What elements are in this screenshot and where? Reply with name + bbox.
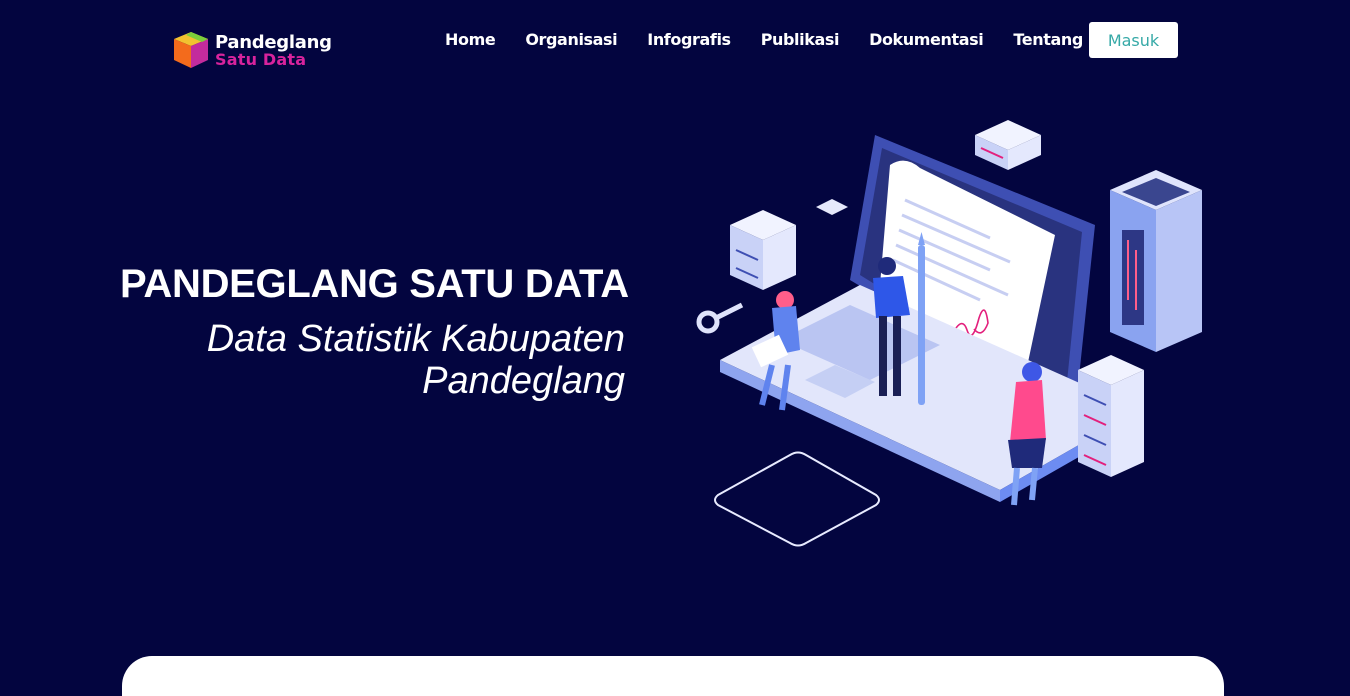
cube-logo-icon <box>174 32 208 68</box>
login-button[interactable]: Masuk <box>1089 22 1178 58</box>
nav-dokumentasi[interactable]: Dokumentasi <box>869 30 984 49</box>
brand-logo[interactable]: Pandeglang Satu Data <box>172 30 342 72</box>
nav-home[interactable]: Home <box>445 30 496 49</box>
nav-publikasi[interactable]: Publikasi <box>761 30 840 49</box>
navbar: Pandeglang Satu Data Home Organisasi Inf… <box>0 0 1350 80</box>
nav-infografis[interactable]: Infografis <box>647 30 731 49</box>
content-card-top <box>122 656 1224 696</box>
hero-title: PANDEGLANG SATU DATA <box>120 262 629 306</box>
main-nav: Home Organisasi Infografis Publikasi Dok… <box>445 30 1132 49</box>
hero-subtitle: Data Statistik Kabupaten Pandeglang <box>206 318 625 402</box>
brand-name-line2: Satu Data <box>215 50 307 69</box>
laptop-data-illustration <box>696 120 1202 547</box>
nav-organisasi[interactable]: Organisasi <box>525 30 617 49</box>
